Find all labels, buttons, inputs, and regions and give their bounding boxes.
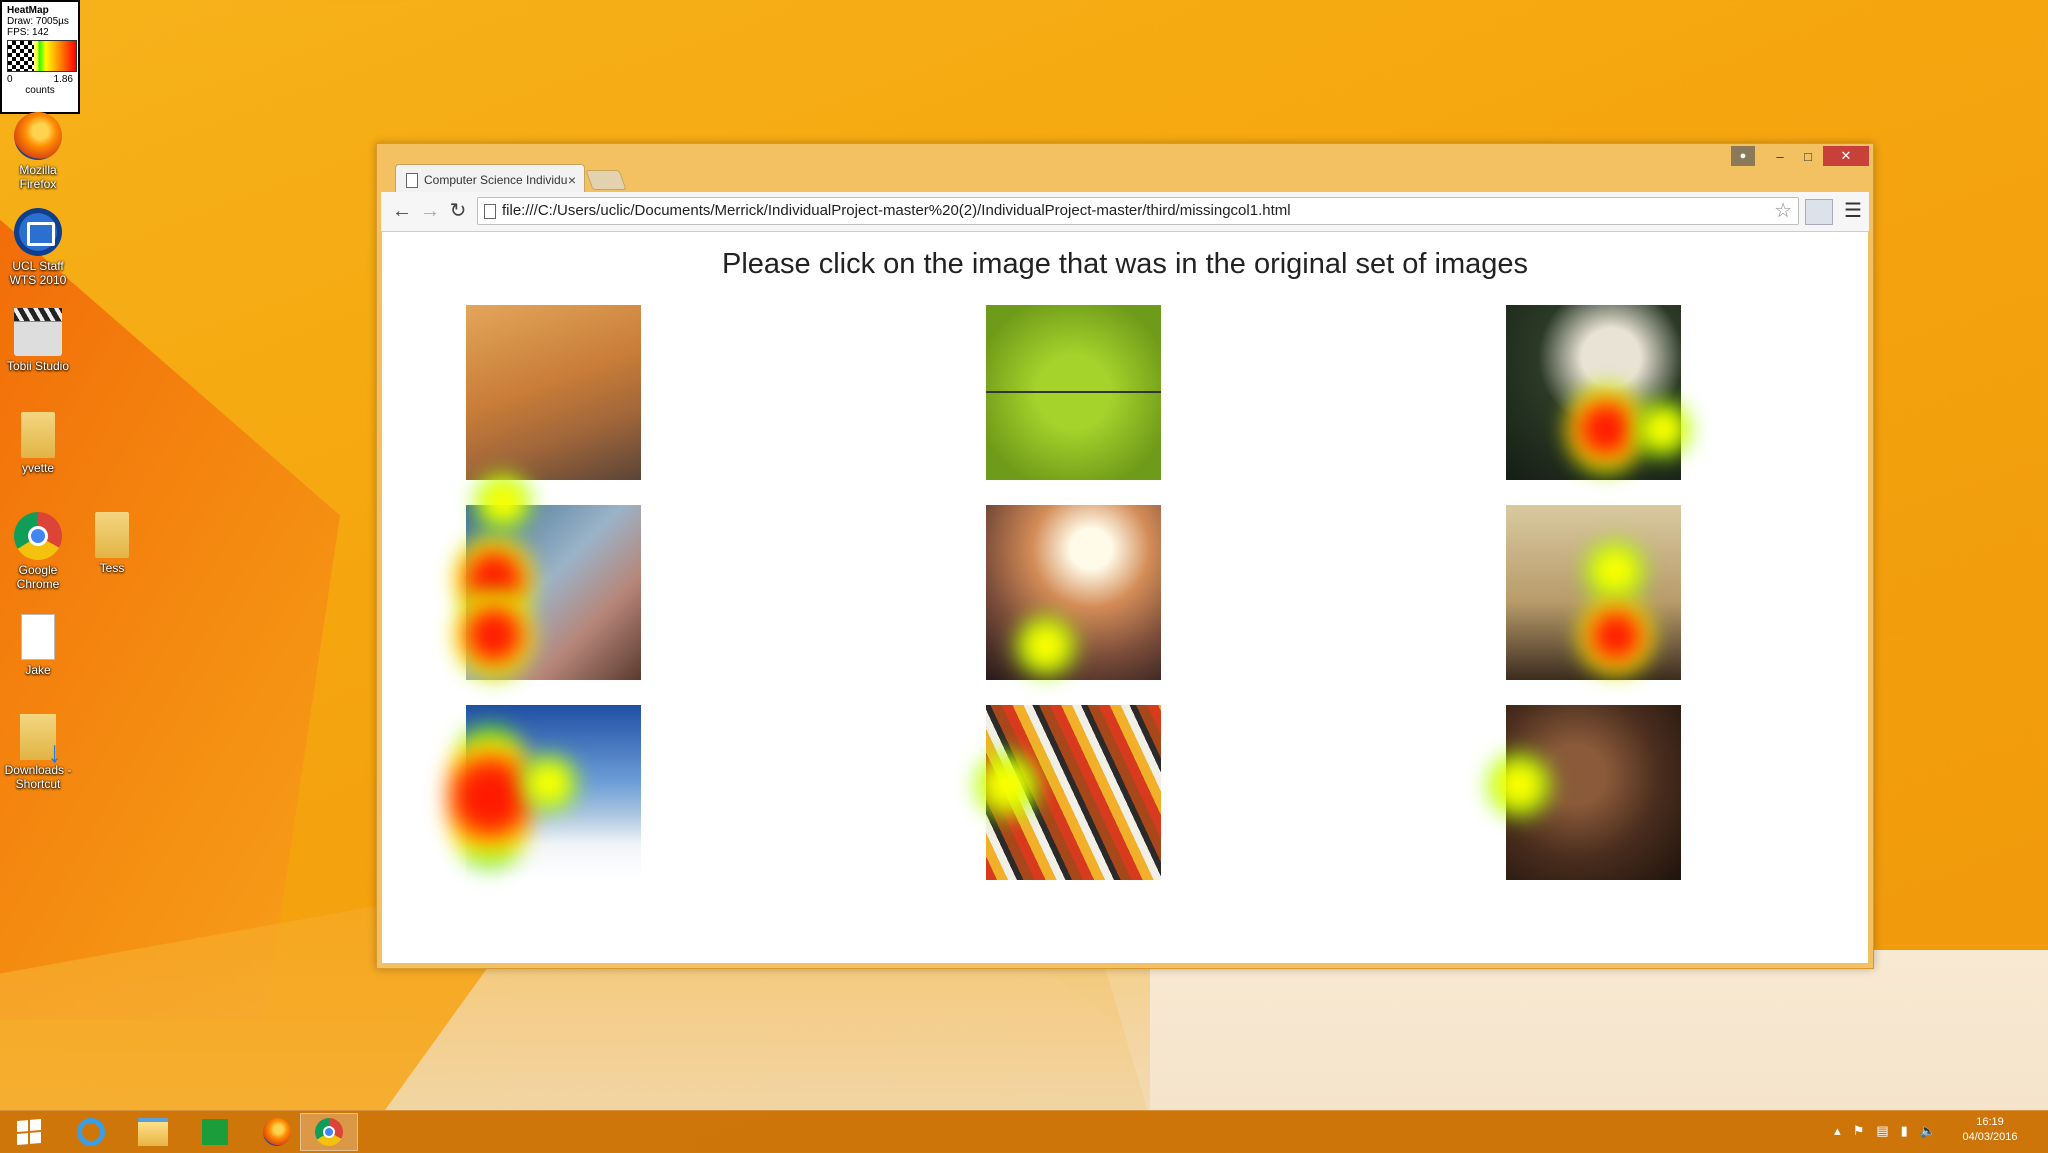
address-bar[interactable]: file:///C:/Users/uclic/Documents/Merrick… bbox=[477, 197, 1799, 225]
network-icon[interactable]: ▤ bbox=[1876, 1123, 1888, 1139]
desktop-icon-label: Jake bbox=[25, 663, 51, 677]
volume-icon[interactable]: 🔈 bbox=[1920, 1123, 1936, 1139]
bookmark-star-icon[interactable]: ☆ bbox=[1774, 198, 1792, 224]
desktop-icon-label: Mozilla Firefox bbox=[19, 163, 57, 191]
reload-icon[interactable]: ↻ bbox=[445, 198, 471, 224]
desktop-icon-chrome[interactable]: Google Chrome bbox=[0, 512, 76, 591]
page-icon bbox=[484, 204, 496, 219]
desktop-icon-tobii-studio[interactable]: Tobii Studio bbox=[0, 308, 76, 373]
desktop-icon-label: yvette bbox=[21, 461, 54, 475]
heatmap-draw-time: Draw: 7005µs bbox=[7, 16, 69, 27]
barbed-wire-image[interactable] bbox=[986, 305, 1161, 480]
engine-room-image[interactable] bbox=[1506, 705, 1681, 880]
browser-window: ● – □ ✕ Computer Science Individu × ← → … bbox=[376, 143, 1874, 969]
taskbar: ▴ ⚑ ▤ ▮ 🔈 16:19 04/03/2016 bbox=[0, 1110, 2048, 1153]
firefox-icon bbox=[263, 1118, 291, 1146]
desktop-wallpaper-shape bbox=[1100, 950, 2048, 1110]
system-tray: ▴ ⚑ ▤ ▮ 🔈 bbox=[1834, 1123, 1936, 1139]
taskbar-store[interactable] bbox=[186, 1113, 244, 1151]
store-icon bbox=[202, 1119, 228, 1145]
taskbar-internet-explorer[interactable] bbox=[62, 1113, 120, 1151]
heatmap-scale-min: 0 bbox=[7, 74, 13, 85]
desktop-icon-label: Tess bbox=[99, 561, 125, 575]
striped-rug-image[interactable] bbox=[986, 705, 1161, 880]
desktop-icon-firefox[interactable]: Mozilla Firefox bbox=[0, 112, 76, 191]
start-button[interactable] bbox=[0, 1113, 58, 1151]
windows-logo-icon bbox=[17, 1118, 41, 1146]
close-button[interactable]: ✕ bbox=[1823, 146, 1869, 166]
desktop-icon-downloads[interactable]: Downloads - Shortcut bbox=[0, 714, 76, 791]
extension-icon[interactable] bbox=[1805, 199, 1833, 225]
downloads-folder-icon bbox=[20, 714, 62, 760]
heatmap-legend: HeatMap Draw: 7005µs FPS: 142 0 1.86 cou… bbox=[0, 0, 80, 114]
heatmap-legend-title: HeatMap bbox=[7, 5, 49, 16]
window-controls: ● – □ ✕ bbox=[1731, 146, 1869, 166]
credit-card-image[interactable] bbox=[466, 505, 641, 680]
internet-explorer-icon bbox=[77, 1118, 105, 1146]
desktop-icon-label: Tobii Studio bbox=[6, 359, 70, 373]
desktop-icon-label: Downloads - Shortcut bbox=[4, 763, 72, 791]
clock-date: 04/03/2016 bbox=[1962, 1131, 2018, 1143]
page-content: Please click on the image that was in th… bbox=[382, 232, 1868, 963]
signal-icon[interactable]: ▮ bbox=[1901, 1123, 1908, 1139]
tab-close-icon[interactable]: × bbox=[568, 165, 576, 194]
page-title: Please click on the image that was in th… bbox=[722, 248, 1528, 280]
chrome-icon bbox=[315, 1118, 343, 1146]
forward-arrow-icon[interactable]: → bbox=[417, 198, 443, 224]
desert-boots-image[interactable] bbox=[466, 305, 641, 480]
concert-crowd-image[interactable] bbox=[986, 505, 1161, 680]
file-explorer-icon bbox=[138, 1118, 168, 1146]
heatmap-scale-unit: counts bbox=[25, 85, 55, 96]
maximize-button[interactable]: □ bbox=[1795, 146, 1821, 166]
tobii-studio-icon bbox=[14, 308, 62, 356]
minimize-button[interactable]: – bbox=[1767, 146, 1793, 166]
remote-desktop-icon bbox=[14, 208, 62, 256]
desktop-icon-jake[interactable]: Jake bbox=[0, 614, 76, 677]
vintage-telephone-image[interactable] bbox=[1506, 505, 1681, 680]
taskbar-file-explorer[interactable] bbox=[124, 1113, 182, 1151]
beach-huts-image[interactable] bbox=[466, 705, 641, 880]
browser-toolbar: ← → ↻ file:///C:/Users/uclic/Documents/M… bbox=[381, 192, 1869, 232]
heatmap-scale-max: 1.86 bbox=[53, 74, 73, 85]
document-icon bbox=[21, 614, 55, 660]
desktop-icon-tess[interactable]: Tess bbox=[74, 512, 150, 575]
taskbar-firefox[interactable] bbox=[248, 1113, 306, 1151]
new-tab-button[interactable] bbox=[585, 170, 627, 190]
flag-icon[interactable]: ⚑ bbox=[1853, 1123, 1865, 1139]
chrome-icon bbox=[14, 512, 62, 560]
desktop-icon-label: UCL Staff WTS 2010 bbox=[9, 259, 67, 287]
user-profile-icon[interactable]: ● bbox=[1731, 146, 1755, 166]
taskbar-clock[interactable]: 16:19 04/03/2016 bbox=[1950, 1115, 2030, 1145]
clock-time: 16:19 bbox=[1976, 1116, 2004, 1128]
menu-icon[interactable]: ☰ bbox=[1841, 198, 1865, 224]
white-flowers-image[interactable] bbox=[1506, 305, 1681, 480]
tab-title: Computer Science Individu bbox=[424, 173, 568, 187]
desktop-icon-ucl-staff[interactable]: UCL Staff WTS 2010 bbox=[0, 208, 76, 287]
folder-icon bbox=[21, 412, 55, 458]
address-bar-url: file:///C:/Users/uclic/Documents/Merrick… bbox=[502, 202, 1291, 219]
page-icon bbox=[406, 173, 418, 188]
show-hidden-icons-icon[interactable]: ▴ bbox=[1834, 1123, 1841, 1139]
folder-icon bbox=[95, 512, 129, 558]
firefox-icon bbox=[14, 112, 62, 160]
heatmap-fps: FPS: 142 bbox=[7, 27, 49, 38]
desktop-icon-yvette[interactable]: yvette bbox=[0, 412, 76, 475]
taskbar-chrome[interactable] bbox=[300, 1113, 358, 1151]
browser-tab[interactable]: Computer Science Individu × bbox=[395, 164, 585, 194]
heatmap-color-scale bbox=[7, 40, 77, 72]
desktop-icon-label: Google Chrome bbox=[16, 563, 60, 591]
back-arrow-icon[interactable]: ← bbox=[389, 198, 415, 224]
